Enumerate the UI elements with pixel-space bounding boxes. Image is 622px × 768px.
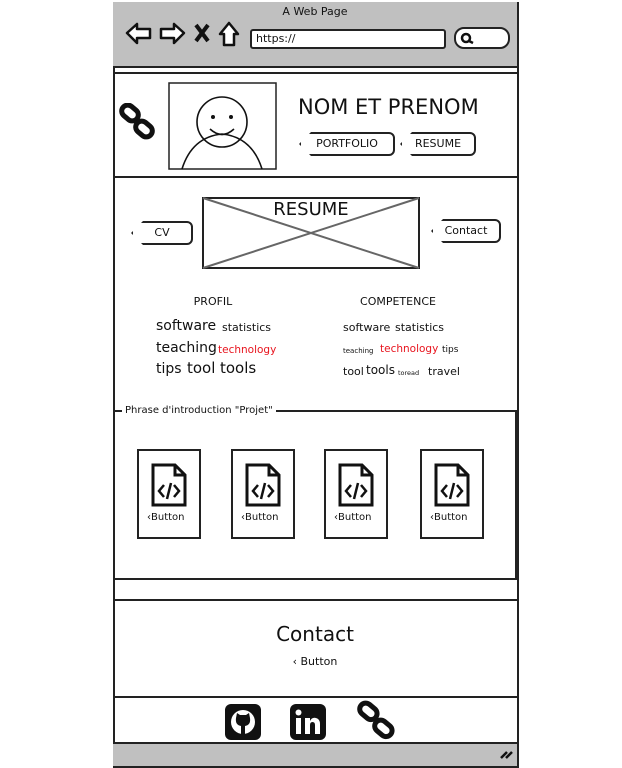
link-icon[interactable] [356, 700, 398, 742]
tag-word[interactable]: software [156, 318, 216, 334]
divider [113, 696, 517, 698]
project-button[interactable]: ‹Button [334, 512, 372, 523]
search-field[interactable] [454, 27, 510, 49]
tag-word[interactable]: tips [156, 361, 182, 377]
search-icon [460, 32, 474, 45]
tag-word[interactable]: tools [366, 363, 395, 377]
back-icon[interactable] [125, 22, 152, 45]
resize-grip-icon[interactable] [499, 748, 513, 760]
tag-word[interactable]: tool [187, 359, 215, 377]
tag-word[interactable]: teaching [343, 347, 373, 355]
tag-word[interactable]: tips [442, 345, 458, 355]
competence-heading: COMPETENCE [360, 295, 436, 308]
status-bar [113, 742, 517, 766]
contact-title: Contact [276, 622, 354, 646]
link-icon[interactable] [118, 103, 158, 143]
tag-word[interactable]: teaching [156, 340, 217, 356]
nav-icons [125, 21, 240, 47]
github-icon[interactable] [224, 703, 262, 741]
tag-word[interactable]: toread [398, 369, 419, 377]
tag-word[interactable]: technology [380, 343, 438, 355]
tag-word[interactable]: statistics [222, 321, 271, 334]
avatar [168, 82, 277, 170]
project-card[interactable]: ‹Button [324, 449, 388, 539]
project-card[interactable]: ‹Button [420, 449, 484, 539]
window-title: A Web Page [282, 5, 348, 18]
page-title: NOM ET PRENOM [298, 95, 479, 119]
project-card[interactable]: ‹Button [137, 449, 201, 539]
profil-heading: PROFIL [193, 295, 233, 308]
cv-button[interactable]: CV [131, 221, 193, 245]
stop-icon[interactable] [194, 23, 210, 43]
linkedin-icon[interactable] [289, 703, 327, 741]
divider [113, 599, 517, 601]
tag-word[interactable]: technology [218, 344, 276, 356]
code-file-icon [245, 463, 281, 507]
forward-icon[interactable] [159, 22, 186, 45]
tag-word[interactable]: software [343, 321, 390, 334]
resume-label: RESUME [273, 199, 349, 220]
divider [113, 72, 517, 74]
tag-word[interactable]: tool [343, 365, 364, 378]
divider [113, 176, 517, 178]
tag-word[interactable]: statistics [395, 321, 444, 334]
project-button[interactable]: ‹Button [241, 512, 279, 523]
project-button[interactable]: ‹Button [430, 512, 468, 523]
contact-button[interactable]: Contact [431, 219, 501, 243]
contact-send-button[interactable]: ‹ Button [113, 655, 517, 668]
code-file-icon [151, 463, 187, 507]
portfolio-button[interactable]: PORTFOLIO [299, 132, 395, 156]
tag-word[interactable]: travel [428, 365, 460, 378]
projects-legend: Phrase d'introduction "Projet" [122, 405, 276, 416]
project-card[interactable]: ‹Button [231, 449, 295, 539]
tag-word[interactable]: tools [220, 359, 256, 377]
project-button[interactable]: ‹Button [147, 512, 185, 523]
url-input[interactable]: https:// [250, 29, 446, 49]
resume-button[interactable]: RESUME [400, 132, 476, 156]
home-icon[interactable] [218, 21, 240, 47]
code-file-icon [338, 463, 374, 507]
code-file-icon [434, 463, 470, 507]
